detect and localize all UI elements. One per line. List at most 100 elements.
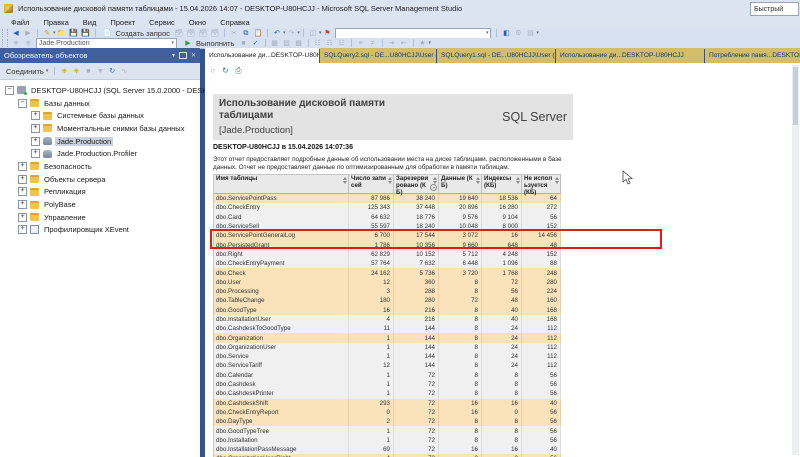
- properties-icon[interactable]: ⚙: [513, 29, 523, 38]
- table-header-cell-1[interactable]: Число записей: [349, 175, 394, 194]
- copy-icon[interactable]: ⧉: [241, 29, 251, 38]
- tree-item-2[interactable]: +Системные базы данных: [0, 109, 200, 122]
- sort-arrows-icon[interactable]: [476, 177, 480, 184]
- print-icon[interactable]: ⎙: [234, 66, 243, 75]
- menu-item-6[interactable]: Справка: [213, 17, 256, 28]
- back-icon[interactable]: ○: [208, 66, 217, 75]
- tree-item-9[interactable]: +PolyBase: [0, 198, 200, 211]
- paste-icon[interactable]: 📋: [253, 29, 263, 38]
- parse-icon[interactable]: ✓: [251, 39, 261, 48]
- flag-icon[interactable]: ⚑: [322, 29, 332, 38]
- tree-item-11[interactable]: +Профилировщик XEvent: [0, 224, 200, 237]
- table-header-cell-2[interactable]: Зарезервировано (КБ): [394, 175, 439, 194]
- save-all-icon[interactable]: 💾: [81, 29, 91, 38]
- activity-icon[interactable]: ∿: [119, 67, 129, 76]
- stop-icon[interactable]: ■: [83, 67, 93, 76]
- xmla-query-icon[interactable]: 🗃: [210, 29, 220, 38]
- indent-icon[interactable]: ⇥: [387, 39, 397, 48]
- expand-toggle-icon[interactable]: +: [31, 124, 40, 133]
- tree-item-4[interactable]: +Jade.Production: [0, 135, 200, 148]
- comment-icon[interactable]: ≡: [356, 39, 366, 48]
- toolbar-grip[interactable]: [2, 39, 8, 47]
- find-combobox[interactable]: ▾: [335, 28, 491, 39]
- scrollbar-thumb[interactable]: [793, 67, 798, 125]
- expand-toggle-icon[interactable]: −: [5, 86, 14, 95]
- expand-toggle-icon[interactable]: +: [18, 175, 27, 184]
- include-plan-icon[interactable]: ▩: [294, 39, 304, 48]
- table-header-cell-4[interactable]: Индексы (КБ): [482, 175, 522, 194]
- expand-toggle-icon[interactable]: +: [31, 111, 40, 120]
- document-tab-1[interactable]: SQLQuery2.sql - DE...U80HCJJ\User (59))*: [320, 48, 436, 63]
- open-file-icon[interactable]: 📁: [57, 29, 67, 38]
- mdx-query-icon[interactable]: 🗃: [186, 29, 196, 38]
- document-tab-2[interactable]: SQLQuery1.sql - DE...U80HCJJ\User (68))*: [437, 48, 555, 63]
- vertical-scrollbar[interactable]: [792, 65, 799, 455]
- document-tab-3[interactable]: Использование ди...DESKTOP-U80HCJJ: [556, 48, 704, 63]
- expand-toggle-icon[interactable]: −: [18, 99, 27, 108]
- menu-item-3[interactable]: Проект: [103, 17, 142, 28]
- debug-icon[interactable]: ★: [418, 39, 428, 48]
- connect-plug-icon[interactable]: ⎈: [59, 67, 69, 76]
- tree-item-0[interactable]: −DESKTOP-U80HCJJ (SQL Server 15.0.2000 -…: [0, 84, 200, 97]
- menu-item-4[interactable]: Сервис: [142, 17, 182, 28]
- document-tab-4[interactable]: Потребление памя...DESKTOP-U80H: [705, 48, 800, 63]
- disconnect-plug-icon[interactable]: ⎈: [71, 67, 81, 76]
- execute-button[interactable]: ▶ Выполнить: [179, 39, 238, 48]
- expand-toggle-icon[interactable]: +: [31, 149, 40, 158]
- sort-arrows-icon[interactable]: [516, 177, 520, 184]
- nav-back-icon[interactable]: ◀: [11, 29, 21, 38]
- cancel-query-icon[interactable]: ■: [239, 39, 249, 48]
- results-text-icon[interactable]: ☶: [325, 39, 335, 48]
- pin-panel-icon[interactable]: ◧: [501, 29, 511, 38]
- estimated-plan-icon[interactable]: ▦: [270, 39, 280, 48]
- chevron-down-icon[interactable]: ▾: [172, 52, 175, 59]
- expand-toggle-icon[interactable]: +: [18, 162, 27, 171]
- table-header-cell-0[interactable]: Имя таблицы: [214, 175, 349, 194]
- nav-forward-icon[interactable]: ▶: [23, 29, 33, 38]
- expand-toggle-icon[interactable]: +: [18, 187, 27, 196]
- table-header-cell-3[interactable]: Данные (КБ): [439, 175, 482, 194]
- redo-icon[interactable]: ↷: [286, 29, 296, 38]
- tree-item-3[interactable]: +Моментальные снимки базы данных: [0, 122, 200, 135]
- cut-icon[interactable]: ✂: [229, 29, 239, 38]
- tree-item-5[interactable]: +Jade.Production.Profiler: [0, 147, 200, 160]
- outdent-icon[interactable]: ⇤: [399, 39, 409, 48]
- database-selector[interactable]: Jade.Production ▾: [36, 38, 177, 49]
- new-query-icon[interactable]: ✎: [42, 29, 52, 38]
- tree-item-1[interactable]: −Базы данных: [0, 97, 200, 110]
- new-query-button[interactable]: 📄 Создать запрос: [99, 29, 173, 38]
- results-grid-icon[interactable]: ☷: [313, 39, 323, 48]
- refresh-icon[interactable]: ↻: [221, 66, 230, 75]
- expand-toggle-icon[interactable]: +: [18, 225, 27, 234]
- menu-item-2[interactable]: Вид: [76, 17, 104, 28]
- toolbar-grip[interactable]: [2, 29, 8, 37]
- table-header-cell-5[interactable]: Не используется (КБ): [522, 175, 561, 194]
- uncomment-icon[interactable]: ≠: [368, 39, 378, 48]
- results-file-icon[interactable]: ☳: [337, 39, 347, 48]
- activity-monitor-icon[interactable]: ◫: [308, 29, 318, 38]
- tree-item-6[interactable]: +Безопасность: [0, 160, 200, 173]
- undo-dropdown-icon[interactable]: ▾: [283, 30, 286, 36]
- tree-item-10[interactable]: +Управление: [0, 211, 200, 224]
- menu-item-1[interactable]: Правка: [36, 17, 75, 28]
- dmx-query-icon[interactable]: 🗃: [198, 29, 208, 38]
- undo-icon[interactable]: ↶: [272, 29, 282, 38]
- live-stats-icon[interactable]: ▨: [282, 39, 292, 48]
- connect-button[interactable]: Соединить ▾: [3, 67, 51, 76]
- save-icon[interactable]: 💾: [69, 29, 79, 38]
- sort-arrows-icon[interactable]: [388, 177, 392, 184]
- tree-item-8[interactable]: +Репликация: [0, 186, 200, 199]
- expand-toggle-icon[interactable]: +: [31, 137, 40, 146]
- menu-item-5[interactable]: Окно: [182, 17, 213, 28]
- sort-arrows-icon[interactable]: [343, 177, 347, 184]
- sort-arrows-icon[interactable]: [433, 177, 437, 184]
- sort-arrows-icon[interactable]: [555, 177, 559, 184]
- document-tab-0[interactable]: Использование ди...DESKTOP-U80HCJJ↗✕: [205, 48, 319, 63]
- expand-toggle-icon[interactable]: +: [18, 213, 27, 222]
- change-connection-icon[interactable]: ⎈: [23, 39, 33, 48]
- database-query-icon[interactable]: 🗃: [174, 29, 184, 38]
- toolbar-overflow-icon[interactable]: ▾: [536, 30, 539, 36]
- menu-item-0[interactable]: Файл: [4, 17, 36, 28]
- quick-launch-input[interactable]: Быстрый: [750, 2, 799, 16]
- object-explorer-header[interactable]: Обозреватель объектов ▾ ✕: [0, 48, 200, 63]
